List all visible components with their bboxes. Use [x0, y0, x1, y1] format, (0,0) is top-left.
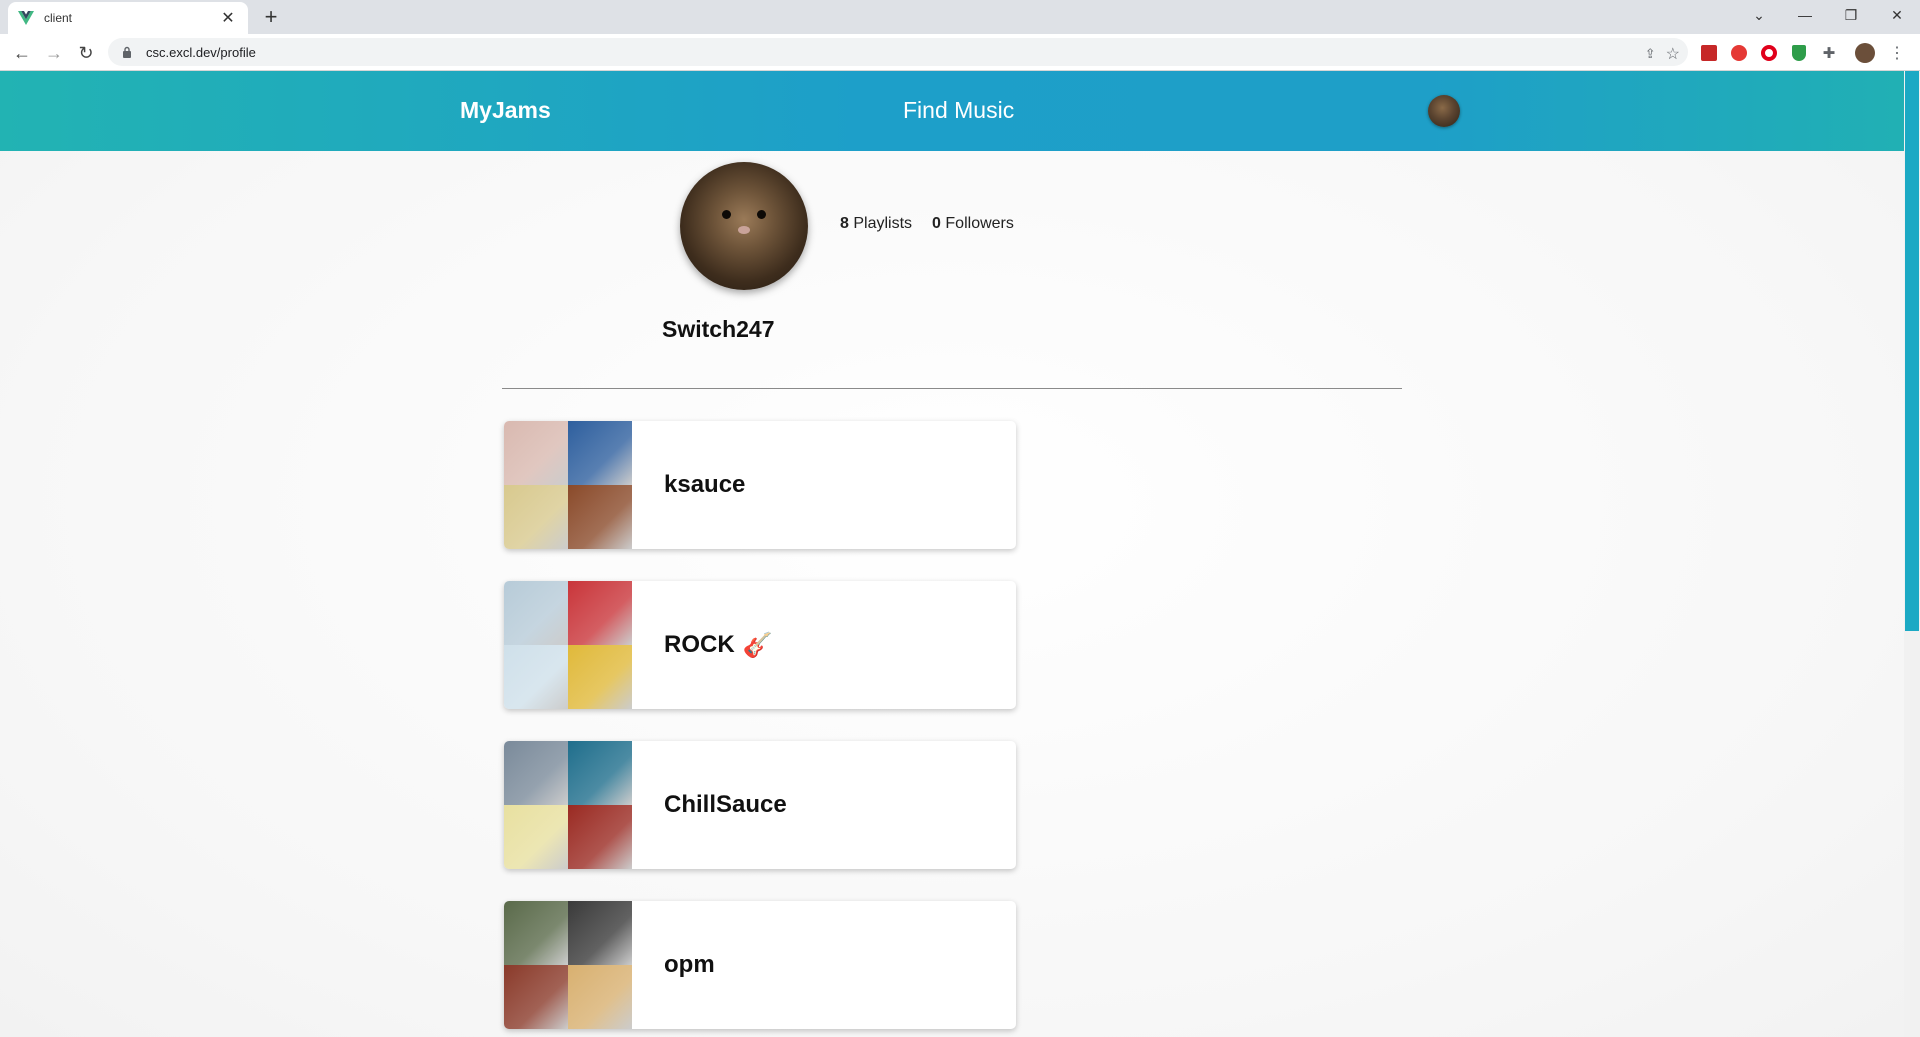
- browser-tabstrip: client ✕ + ⌄ — ❐ ✕: [0, 0, 1920, 34]
- album-cover: [504, 421, 568, 485]
- browser-tab[interactable]: client ✕: [8, 2, 248, 34]
- profile-username: Switch247: [662, 316, 775, 342]
- extension-opera-icon[interactable]: [1758, 42, 1780, 64]
- playlist-title: ROCK: [664, 631, 735, 658]
- vue-logo-icon: [18, 10, 34, 26]
- section-divider: [502, 388, 1402, 389]
- album-cover: [504, 965, 568, 1029]
- playlists-stat[interactable]: 8 Playlists: [840, 215, 912, 233]
- scrollbar-thumb[interactable]: [1905, 71, 1919, 631]
- browser-profile-avatar[interactable]: [1854, 42, 1876, 64]
- playlist-cover-grid: [504, 421, 632, 549]
- playlist-cover-grid: [504, 581, 632, 709]
- app-navbar: MyJams Find Music: [0, 71, 1904, 151]
- extensions-puzzle-icon[interactable]: ✚: [1818, 42, 1840, 64]
- album-cover: [568, 581, 632, 645]
- playlist-cover-grid: [504, 901, 632, 1029]
- reload-icon[interactable]: ↻: [72, 39, 100, 67]
- album-cover: [504, 741, 568, 805]
- playlist-card[interactable]: ROCK 🎸: [504, 581, 1016, 709]
- album-cover: [504, 805, 568, 869]
- album-cover: [568, 645, 632, 709]
- tab-search-icon[interactable]: ⌄: [1736, 0, 1782, 30]
- url-text: csc.excl.dev/profile: [146, 44, 256, 60]
- followers-stat[interactable]: 0 Followers: [932, 215, 1014, 233]
- avatar-eye: [722, 210, 731, 219]
- playlist-title: opm: [664, 951, 715, 978]
- profile-stats: 8 Playlists 0 Followers: [840, 215, 1014, 233]
- close-tab-icon[interactable]: ✕: [218, 8, 238, 28]
- avatar-eye: [757, 210, 766, 219]
- browser-toolbar: ← → ↻ csc.excl.dev/profile ⇪ ☆ ✚ ⋮: [0, 34, 1920, 71]
- profile-page: 8 Playlists 0 Followers Switch247 ksauce…: [0, 151, 1904, 1037]
- playlist-name: ksauce: [664, 471, 753, 499]
- playlist-title: ksauce: [664, 471, 746, 498]
- playlist-title: ChillSauce: [664, 791, 787, 818]
- extension-calendar-icon[interactable]: [1698, 42, 1720, 64]
- playlist-card[interactable]: ChillSauce: [504, 741, 1016, 869]
- brand-logo[interactable]: MyJams: [460, 97, 551, 124]
- restore-icon[interactable]: ❐: [1828, 0, 1874, 30]
- album-cover: [568, 965, 632, 1029]
- playlist-name: ROCK 🎸: [664, 631, 773, 660]
- avatar-nose: [738, 226, 750, 234]
- album-cover: [504, 485, 568, 549]
- playlist-card[interactable]: ksauce: [504, 421, 1016, 549]
- close-window-icon[interactable]: ✕: [1874, 0, 1920, 30]
- album-cover: [568, 421, 632, 485]
- lock-icon: [122, 45, 136, 59]
- playlist-name: opm: [664, 951, 723, 979]
- tab-title: client: [44, 11, 73, 25]
- album-cover: [568, 741, 632, 805]
- album-cover: [568, 485, 632, 549]
- share-icon[interactable]: ⇪: [1645, 46, 1656, 62]
- album-cover: [504, 581, 568, 645]
- album-cover: [568, 901, 632, 965]
- playlist-card[interactable]: opm: [504, 901, 1016, 1029]
- forward-icon[interactable]: →: [40, 39, 68, 67]
- followers-count: 0: [932, 215, 941, 232]
- minimize-icon[interactable]: —: [1782, 0, 1828, 30]
- address-bar[interactable]: csc.excl.dev/profile ⇪ ☆: [108, 38, 1688, 66]
- nav-find-music[interactable]: Find Music: [903, 97, 1014, 124]
- album-cover: [568, 805, 632, 869]
- new-tab-icon[interactable]: +: [258, 4, 284, 30]
- back-icon[interactable]: ←: [8, 39, 36, 67]
- playlist-cover-grid: [504, 741, 632, 869]
- guitar-icon: 🎸: [742, 631, 773, 659]
- playlist-name: ChillSauce: [664, 791, 795, 819]
- playlists-count: 8: [840, 215, 849, 232]
- browser-menu-icon[interactable]: ⋮: [1886, 42, 1908, 64]
- playlists-label: Playlists: [853, 215, 913, 232]
- profile-avatar: [680, 162, 808, 290]
- album-cover: [504, 645, 568, 709]
- extension-shield-icon[interactable]: [1788, 42, 1810, 64]
- album-cover: [504, 901, 568, 965]
- nav-user-avatar[interactable]: [1428, 95, 1460, 127]
- followers-label: Followers: [945, 215, 1014, 232]
- bookmark-star-icon[interactable]: ☆: [1666, 44, 1680, 64]
- extension-adblock-icon[interactable]: [1728, 42, 1750, 64]
